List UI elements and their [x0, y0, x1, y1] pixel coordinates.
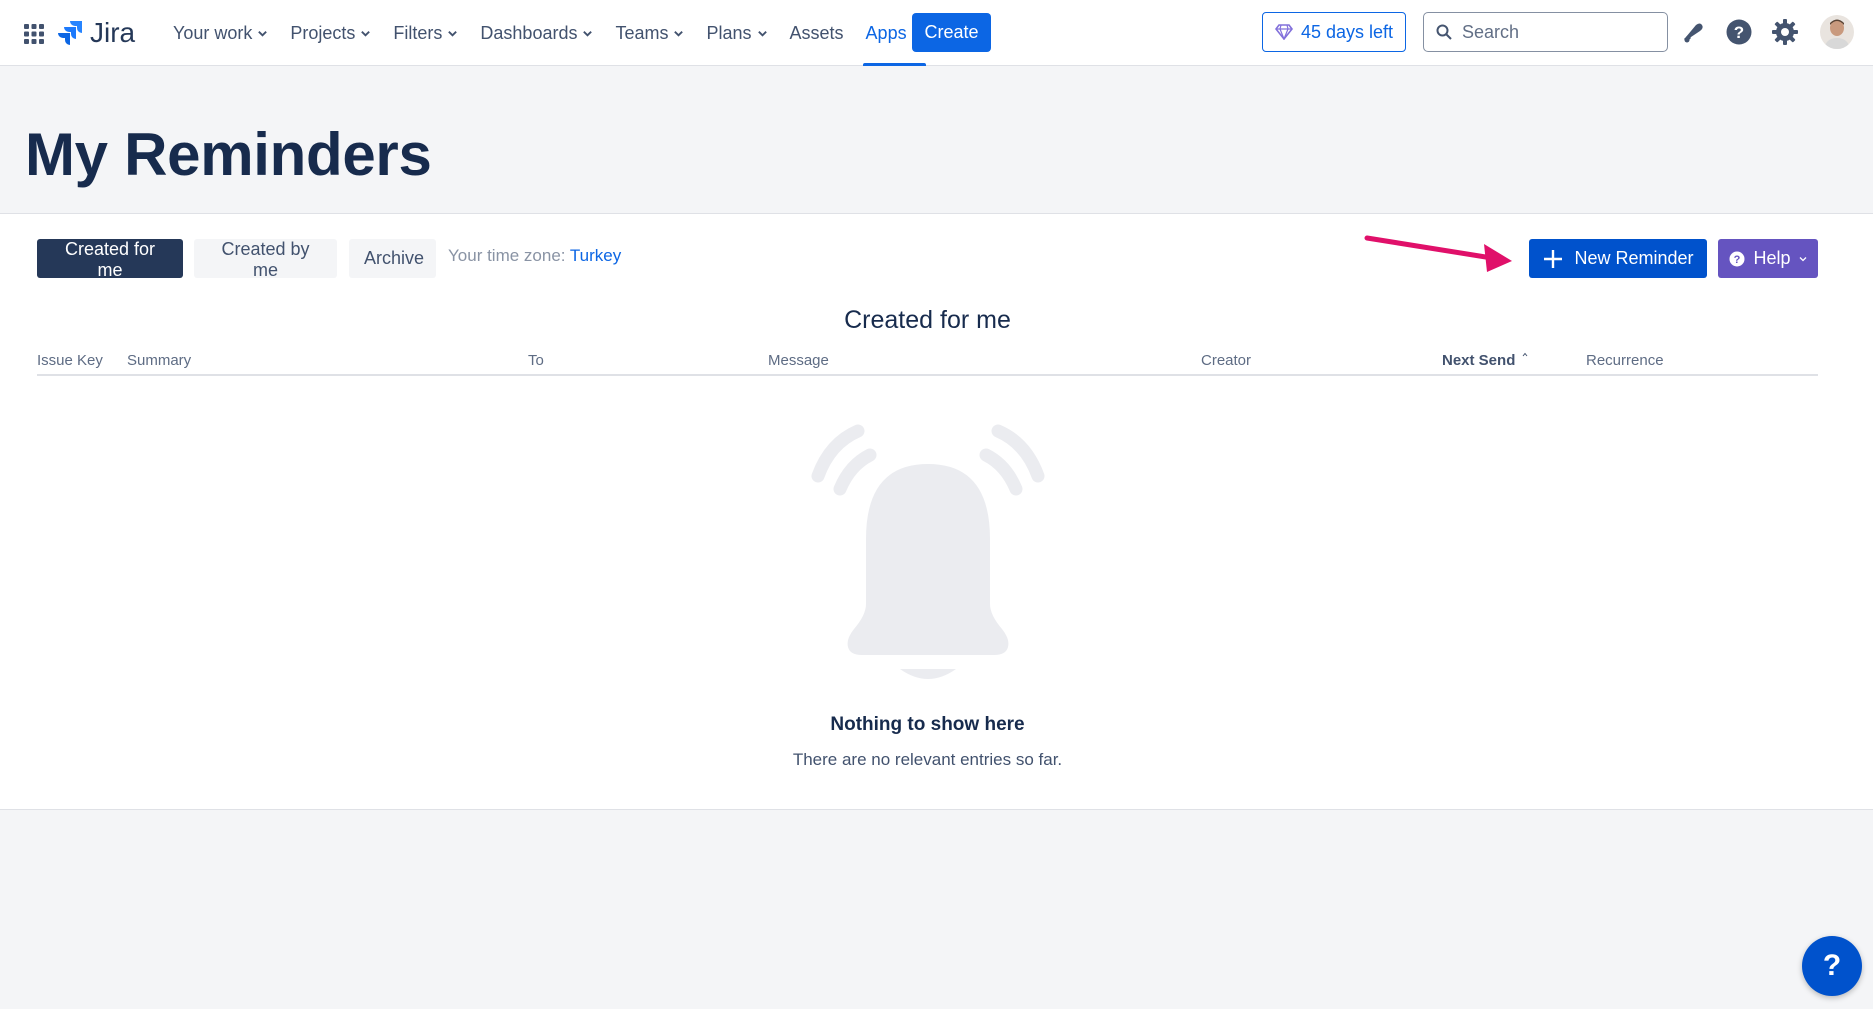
new-reminder-label: New Reminder — [1574, 248, 1694, 268]
column-recurrence[interactable]: Recurrence — [1586, 352, 1664, 369]
app-name: Jira — [90, 17, 136, 48]
chevron-down-icon — [1799, 256, 1806, 261]
svg-text:?: ? — [1734, 23, 1744, 42]
avatar[interactable] — [1820, 15, 1854, 49]
tab-created-by-me[interactable]: Created by me — [194, 239, 337, 280]
nav-label: Projects — [290, 22, 356, 43]
primary-nav: Your work Projects Filters Dashboards Te… — [162, 0, 934, 66]
chevron-down-icon — [448, 30, 458, 37]
floating-help-button[interactable]: ? — [1802, 936, 1862, 996]
notifications-icon[interactable] — [1678, 17, 1708, 47]
nav-label: Teams — [615, 22, 669, 43]
tab-archive[interactable]: Archive — [349, 239, 436, 278]
empty-state-title: Nothing to show here — [830, 714, 1025, 735]
annotation-arrow-icon — [1364, 235, 1512, 272]
help-label: Help — [1753, 248, 1791, 268]
nav-label: Your work — [173, 22, 253, 43]
top-navigation: Jira Your work Projects Filters Dashboar… — [0, 0, 1873, 66]
nav-dashboards[interactable]: Dashboards — [469, 0, 604, 66]
table-title: Created for me — [844, 306, 1011, 334]
nav-label: Assets — [789, 22, 844, 43]
jira-logo-icon — [58, 21, 82, 45]
column-next-send-label: Next Send — [1442, 352, 1516, 369]
help-icon[interactable]: ? — [1724, 17, 1754, 47]
user-avatar-icon — [1820, 15, 1854, 49]
bell-icon — [811, 424, 1045, 679]
settings-icon[interactable] — [1770, 17, 1800, 47]
nav-filters[interactable]: Filters — [382, 0, 469, 66]
plus-icon — [1544, 249, 1563, 268]
timezone-link[interactable]: Turkey — [570, 246, 621, 265]
search-icon — [1436, 24, 1452, 40]
column-next-send[interactable]: Next Send — [1442, 352, 1528, 369]
nav-label: Apps — [865, 22, 907, 43]
page-title: My Reminders — [25, 121, 432, 188]
column-summary[interactable]: Summary — [127, 352, 191, 369]
sort-ascending-icon — [1522, 352, 1527, 357]
timezone-info: Your time zone: Turkey — [448, 246, 621, 266]
timezone-label: Your time zone: — [448, 246, 566, 265]
column-message[interactable]: Message — [768, 352, 829, 369]
help-dropdown-button[interactable]: ? Help — [1718, 239, 1818, 278]
chevron-down-icon — [258, 30, 268, 37]
reminders-panel: Created for me Created by me Archive You… — [0, 214, 1873, 810]
tab-created-for-me[interactable]: Created for me — [37, 239, 183, 280]
nav-label: Dashboards — [480, 22, 578, 43]
jira-logo[interactable]: Jira — [58, 16, 135, 50]
chevron-down-icon — [674, 30, 684, 37]
nav-assets[interactable]: Assets — [779, 0, 855, 66]
svg-text:?: ? — [1734, 254, 1741, 266]
nav-plans[interactable]: Plans — [695, 0, 778, 66]
chevron-down-icon — [361, 30, 371, 37]
gem-icon — [1274, 24, 1293, 40]
app-switcher-icon[interactable] — [22, 22, 46, 46]
nav-label: Plans — [706, 22, 752, 43]
empty-state-subtitle: There are no relevant entries so far. — [792, 750, 1063, 769]
trial-badge[interactable]: 45 days left — [1262, 12, 1406, 52]
nav-label: Filters — [393, 22, 443, 43]
chevron-down-icon — [583, 30, 593, 37]
column-issue-key[interactable]: Issue Key — [37, 352, 103, 369]
new-reminder-button[interactable]: New Reminder — [1529, 239, 1707, 278]
table-header: Issue Key Summary To Message Creator Nex… — [37, 348, 1818, 376]
nav-your-work[interactable]: Your work — [162, 0, 279, 66]
chevron-down-icon — [757, 30, 767, 37]
create-button[interactable]: Create — [912, 13, 991, 52]
search-box[interactable] — [1423, 12, 1668, 52]
question-circle-icon: ? — [1729, 251, 1745, 266]
nav-teams[interactable]: Teams — [604, 0, 695, 66]
search-input[interactable] — [1462, 21, 1652, 43]
nav-projects[interactable]: Projects — [279, 0, 382, 66]
column-creator[interactable]: Creator — [1201, 352, 1251, 369]
trial-label: 45 days left — [1300, 21, 1394, 42]
page-header: My Reminders — [0, 66, 1873, 214]
column-to[interactable]: To — [528, 352, 544, 369]
